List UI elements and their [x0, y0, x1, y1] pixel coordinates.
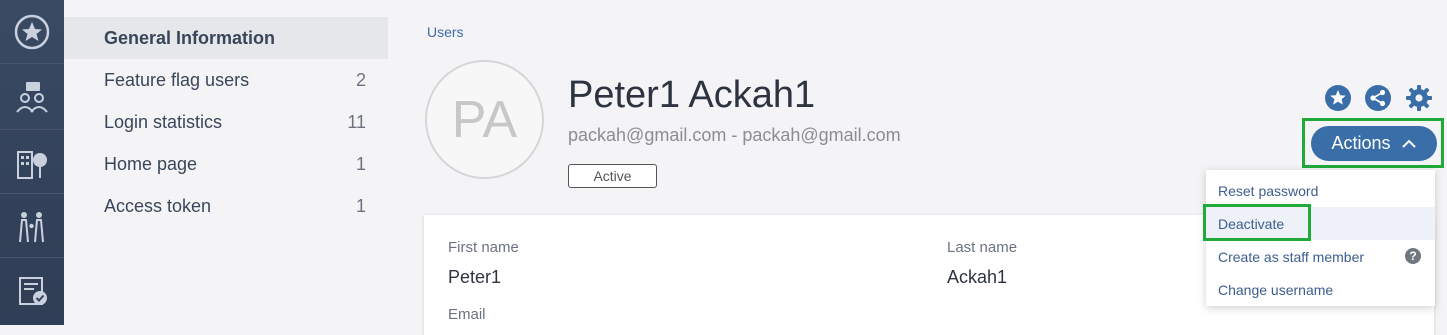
sidebar-item-label: Login statistics — [104, 111, 223, 132]
sidebar-item-home-page[interactable]: Home page 1 — [64, 143, 388, 185]
chevron-up-icon — [1401, 139, 1416, 148]
nav-tasks[interactable] — [0, 258, 64, 322]
status-badge: Active — [568, 164, 657, 188]
star-icon — [14, 14, 50, 49]
email-label: Email — [448, 306, 486, 323]
first-name-label: First name — [448, 239, 519, 256]
sidebar-item-access-token[interactable]: Access token 1 — [64, 185, 388, 227]
profile-sidebar: General Information Feature flag users 2… — [64, 0, 388, 325]
sidebar-item-label: Home page — [104, 153, 198, 174]
sidebar-item-feature-flag-users[interactable]: Feature flag users 2 — [64, 59, 388, 101]
last-name-value: Ackah1 — [947, 267, 1008, 287]
sidebar-item-label: Feature flag users — [104, 69, 250, 90]
nav-organizations[interactable] — [0, 130, 64, 194]
actions-button[interactable]: Actions — [1311, 126, 1437, 161]
app-icon-rail — [0, 0, 64, 325]
gear-icon — [1406, 85, 1432, 111]
sidebar-item-login-statistics[interactable]: Login statistics 11 — [64, 101, 388, 143]
sidebar-item-general-information[interactable]: General Information — [64, 17, 388, 59]
help-icon[interactable]: ? — [1405, 248, 1421, 264]
first-name-value: Peter1 — [448, 267, 502, 287]
sidebar-item-label: Access token — [104, 195, 212, 216]
actions-label: Actions — [1331, 133, 1391, 153]
nav-people[interactable] — [0, 66, 64, 130]
nav-favorites[interactable] — [0, 0, 64, 64]
sidebar-item-count: 1 — [355, 195, 366, 216]
last-name-label: Last name — [947, 239, 1018, 256]
menu-item-change-username[interactable]: Change username — [1206, 273, 1435, 306]
sidebar-item-count: 2 — [355, 69, 366, 90]
sidebar-item-count: 11 — [347, 111, 366, 132]
menu-item-label: Create as staff member — [1218, 248, 1365, 265]
page-title: Peter1 Ackah1 — [568, 74, 816, 116]
nav-families[interactable] — [0, 194, 64, 258]
avatar: PA — [425, 60, 544, 179]
actions-highlight: Actions — [1302, 118, 1444, 168]
checklist-icon — [19, 277, 47, 305]
breadcrumb[interactable]: Users — [427, 24, 464, 40]
menu-item-label: Reset password — [1218, 182, 1319, 199]
favorite-star-icon — [1325, 85, 1351, 111]
share-button[interactable] — [1364, 84, 1392, 112]
sidebar-item-label: General Information — [104, 27, 276, 48]
menu-item-create-staff-member[interactable]: Create as staff member ? — [1206, 240, 1435, 273]
buildings-icon — [17, 150, 47, 179]
menu-item-label: Change username — [1218, 281, 1334, 298]
menu-item-reset-password[interactable]: Reset password — [1206, 174, 1435, 207]
sidebar-item-count: 1 — [355, 153, 366, 174]
user-emails: packah@gmail.com - packah@gmail.com — [568, 125, 901, 145]
people-icon — [16, 81, 48, 113]
settings-button[interactable] — [1405, 84, 1433, 112]
family-icon — [19, 211, 44, 242]
favorite-button[interactable] — [1324, 84, 1352, 112]
main-content: Users PA Peter1 Ackah1 packah@gmail.com … — [388, 0, 1447, 335]
share-icon — [1365, 85, 1391, 111]
deactivate-highlight — [1203, 204, 1311, 241]
